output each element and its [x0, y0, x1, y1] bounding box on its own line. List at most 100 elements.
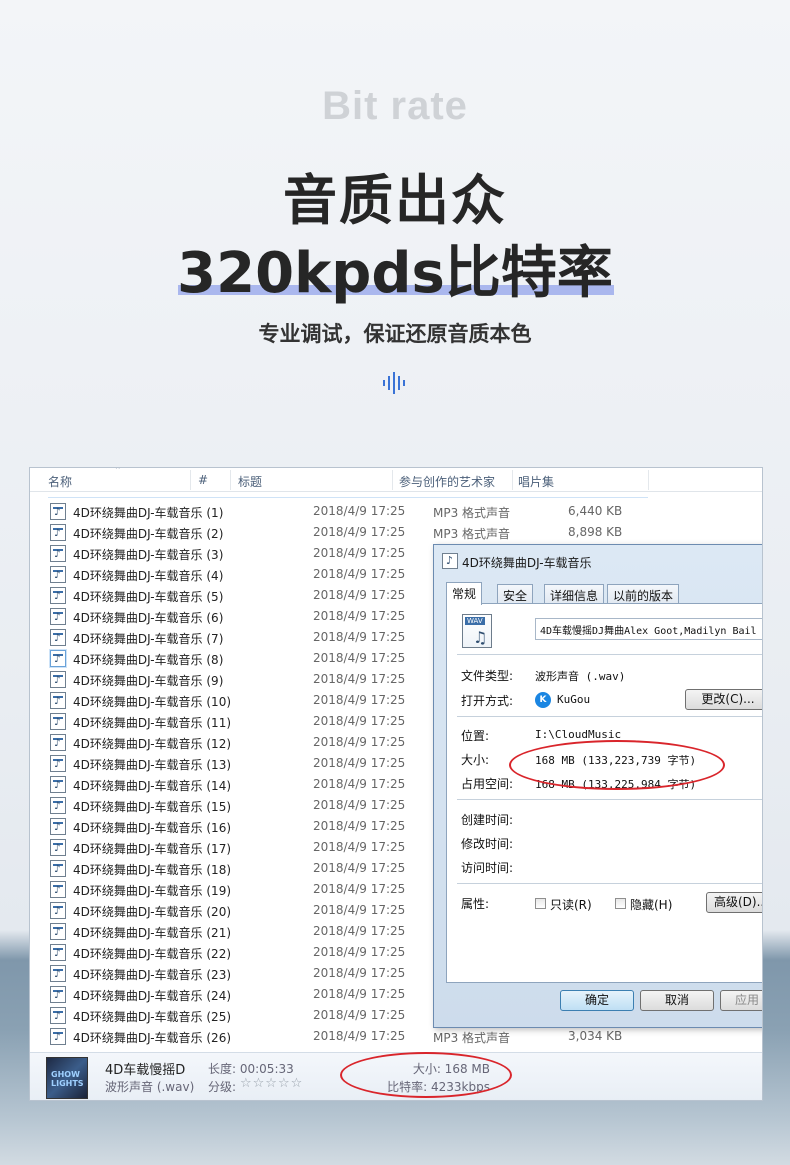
file-name: 4D环绕舞曲DJ-车载音乐 (2) [73, 527, 224, 541]
tab-previous-versions[interactable]: 以前的版本 [607, 584, 680, 604]
file-name: 4D环绕舞曲DJ-车载音乐 (20) [73, 905, 232, 919]
file-name: 4D环绕舞曲DJ-车载音乐 (10) [73, 695, 232, 709]
bitrate-highlight-ring [340, 1052, 512, 1098]
apply-button[interactable]: 应用 [720, 990, 762, 1011]
location-label: 位置: [461, 729, 490, 743]
file-date: 2018/4/9 17:25 [313, 987, 406, 1001]
wav-file-icon: WAV ♫ [462, 614, 492, 648]
column-album[interactable]: 唱片集 [518, 473, 554, 490]
audio-file-icon [50, 734, 66, 751]
tab-security[interactable]: 安全 [497, 584, 534, 604]
file-date: 2018/4/9 17:25 [313, 504, 406, 518]
tab-details[interactable]: 详细信息 [544, 584, 605, 604]
file-name: 4D环绕舞曲DJ-车载音乐 (5) [73, 590, 224, 604]
audio-file-icon [50, 755, 66, 772]
audio-file-icon [50, 524, 66, 541]
file-size: 8,898 KB [568, 525, 623, 539]
audio-file-icon [50, 818, 66, 835]
column-header-bar: ⌃ 名称 # 标题 参与创作的艺术家 唱片集 [30, 468, 762, 492]
file-date: 2018/4/9 17:25 [313, 714, 406, 728]
file-date: 2018/4/9 17:25 [313, 1008, 406, 1022]
file-date: 2018/4/9 17:25 [313, 840, 406, 854]
audio-file-icon [50, 608, 66, 625]
ok-button[interactable]: 确定 [560, 990, 634, 1011]
file-explorer-window: ⌃ 名称 # 标题 参与创作的艺术家 唱片集 4D环绕舞曲DJ-车载音乐 (1)… [29, 467, 763, 1101]
filename-field[interactable]: 4D车载慢摇DJ舞曲Alex Goot,Madilyn Bail [535, 618, 762, 640]
file-name: 4D环绕舞曲DJ-车载音乐 (25) [73, 1010, 232, 1024]
audio-file-icon [50, 650, 66, 667]
file-name: 4D环绕舞曲DJ-车载音乐 (13) [73, 758, 232, 772]
file-date: 2018/4/9 17:25 [313, 777, 406, 791]
file-date: 2018/4/9 17:25 [313, 735, 406, 749]
file-date: 2018/4/9 17:25 [313, 798, 406, 812]
file-date: 2018/4/9 17:25 [313, 546, 406, 560]
size-label: 大小: [461, 753, 490, 767]
file-name: 4D环绕舞曲DJ-车载音乐 (14) [73, 779, 232, 793]
details-title: 4D车载慢摇D [105, 1063, 186, 1078]
file-date: 2018/4/9 17:25 [313, 651, 406, 665]
audio-file-icon [50, 1007, 66, 1024]
open-with-value: KuGou [557, 693, 591, 706]
attributes-label: 属性: [461, 897, 490, 911]
sound-wave-icon [383, 372, 405, 394]
advanced-button[interactable]: 高级(D)... [706, 892, 762, 913]
file-name: 4D环绕舞曲DJ-车载音乐 (26) [73, 1031, 232, 1045]
headline-line2: 320kpds比特率 [177, 241, 613, 306]
headline-line1: 音质出众 [283, 169, 507, 232]
file-date: 2018/4/9 17:25 [313, 567, 406, 581]
file-name: 4D环绕舞曲DJ-车载音乐 (9) [73, 674, 224, 688]
change-button[interactable]: 更改(C)... [685, 689, 762, 710]
file-name: 4D环绕舞曲DJ-车载音乐 (12) [73, 737, 232, 751]
tab-general[interactable]: 常规 [446, 582, 483, 605]
readonly-checkbox[interactable] [535, 898, 546, 909]
file-date: 2018/4/9 17:25 [313, 630, 406, 644]
modified-label: 修改时间: [461, 837, 514, 851]
kugou-icon: K [535, 692, 551, 708]
file-type: MP3 格式声音 [433, 527, 511, 541]
file-name: 4D环绕舞曲DJ-车载音乐 (6) [73, 611, 224, 625]
details-filetype: 波形声音 (.wav) [105, 1080, 195, 1094]
column-title[interactable]: 标题 [238, 473, 262, 490]
file-date: 2018/4/9 17:25 [313, 903, 406, 917]
audio-file-icon [50, 986, 66, 1003]
file-name: 4D环绕舞曲DJ-车载音乐 (8) [73, 653, 224, 667]
accessed-label: 访问时间: [461, 861, 514, 875]
audio-file-icon [50, 671, 66, 688]
audio-file-icon [50, 839, 66, 856]
column-name[interactable]: 名称 [48, 473, 72, 490]
file-row[interactable]: 4D环绕舞曲DJ-车载音乐 (2) 2018/4/9 17:25 MP3 格式声音 8… [30, 522, 762, 543]
audio-file-icon [50, 692, 66, 709]
readonly-label: 只读(R) [550, 898, 592, 912]
file-row[interactable]: 4D环绕舞曲DJ-车载音乐 (26) 2018/4/9 17:25 MP3 格式声音… [30, 1026, 762, 1047]
file-date: 2018/4/9 17:25 [313, 882, 406, 896]
file-name: 4D环绕舞曲DJ-车载音乐 (24) [73, 989, 232, 1003]
dialog-tabs: 常规 安全 详细信息 以前的版本 [446, 582, 762, 605]
file-date: 2018/4/9 17:25 [313, 924, 406, 938]
file-name: 4D环绕舞曲DJ-车载音乐 (7) [73, 632, 224, 646]
file-name: 4D环绕舞曲DJ-车载音乐 (22) [73, 947, 232, 961]
audio-file-icon [50, 944, 66, 961]
column-artist[interactable]: 参与创作的艺术家 [399, 473, 495, 490]
audio-file-icon [50, 776, 66, 793]
file-row[interactable]: 4D环绕舞曲DJ-车载音乐 (1) 2018/4/9 17:25 MP3 格式声音 6… [30, 501, 762, 522]
file-name: 4D环绕舞曲DJ-车载音乐 (15) [73, 800, 232, 814]
headline-subtitle: 专业调试，保证还原音质本色 [258, 322, 532, 346]
audio-file-icon [50, 797, 66, 814]
open-with-label: 打开方式: [461, 694, 514, 708]
file-name: 4D环绕舞曲DJ-车载音乐 (17) [73, 842, 232, 856]
audio-file-icon [50, 881, 66, 898]
hidden-checkbox[interactable] [615, 898, 626, 909]
rating-stars[interactable]: ☆☆☆☆☆ [240, 1076, 303, 1091]
file-type: MP3 格式声音 [433, 1031, 511, 1045]
file-size: 3,034 KB [568, 1029, 623, 1043]
cancel-button[interactable]: 取消 [640, 990, 714, 1011]
file-size: 6,440 KB [568, 504, 623, 518]
column-number[interactable]: # [198, 473, 208, 487]
audio-file-icon [50, 860, 66, 877]
file-name: 4D环绕舞曲DJ-车载音乐 (18) [73, 863, 232, 877]
audio-file-icon [50, 713, 66, 730]
file-name: 4D环绕舞曲DJ-车载音乐 (11) [73, 716, 232, 730]
audio-file-icon [50, 566, 66, 583]
dialog-title: 4D环绕舞曲DJ-车载音乐 [462, 556, 592, 570]
hero-section: Bit rate 音质出众 320kpds比特率 专业调试，保证还原音质本色 [0, 0, 790, 440]
